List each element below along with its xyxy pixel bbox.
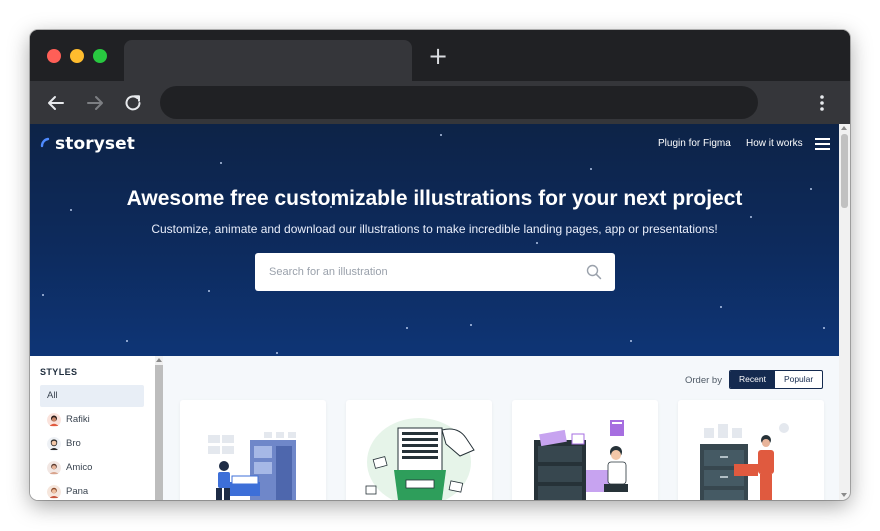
minimize-window-button[interactable] <box>70 49 84 63</box>
style-item-rafiki[interactable]: Rafiki <box>40 409 144 431</box>
vertical-dots-icon[interactable] <box>812 92 832 114</box>
address-bar[interactable] <box>160 86 758 119</box>
search-box <box>255 253 615 291</box>
title-bar: + <box>30 30 850 81</box>
hero-subtitle: Customize, animate and download our illu… <box>151 222 718 236</box>
reload-icon[interactable] <box>122 92 144 114</box>
search-icon[interactable] <box>586 264 602 280</box>
order-by-toggle: Recent Popular <box>729 370 824 389</box>
plus-icon[interactable]: + <box>428 44 448 68</box>
green-folder-illustration <box>365 418 475 500</box>
order-popular-button[interactable]: Popular <box>775 371 822 388</box>
back-arrow-icon[interactable] <box>45 92 67 114</box>
style-item-amico[interactable]: Amico <box>40 457 144 479</box>
amico-avatar-icon <box>47 461 61 475</box>
style-item-label: Amico <box>66 462 93 473</box>
browser-tab[interactable] <box>124 40 412 81</box>
page-viewport: storyset Plugin for Figma How it works A… <box>30 124 850 500</box>
styles-sidebar: STYLES All Rafiki Bro Amico Pana <box>30 356 155 500</box>
illustration-card[interactable] <box>512 400 658 500</box>
nav-plugin-for-figma[interactable]: Plugin for Figma <box>658 138 731 149</box>
order-by-label: Order by <box>685 375 722 386</box>
hero-section: storyset Plugin for Figma How it works A… <box>30 124 839 356</box>
style-item-label: Bro <box>66 438 81 449</box>
logo-mark-icon <box>40 137 50 148</box>
sidebar-scrollbar[interactable] <box>155 356 163 500</box>
page-scrollbar-thumb[interactable] <box>841 134 848 208</box>
bro-avatar-icon <box>47 437 61 451</box>
search-input[interactable] <box>269 253 569 291</box>
browser-window: + storyset Plugin for Figma How it works… <box>30 30 850 500</box>
illustration-card[interactable] <box>346 400 492 500</box>
style-item-label: Pana <box>66 486 89 497</box>
maximize-window-button[interactable] <box>93 49 107 63</box>
grey-cabinet-illustration <box>700 423 789 500</box>
filing-cabinet-illustration <box>208 432 296 500</box>
pana-avatar-icon <box>47 485 61 499</box>
style-item-label: Rafiki <box>66 414 90 425</box>
sidebar-scrollbar-thumb[interactable] <box>155 365 163 500</box>
illustration-card[interactable] <box>180 400 326 500</box>
purple-cabinet-illustration <box>534 420 628 500</box>
hero-title: Awesome free customizable illustrations … <box>126 187 743 210</box>
style-item-label: All <box>47 390 58 401</box>
nav-how-it-works[interactable]: How it works <box>746 138 803 149</box>
scroll-up-arrow-icon[interactable] <box>841 126 847 130</box>
close-window-button[interactable] <box>47 49 61 63</box>
scroll-down-arrow-icon[interactable] <box>841 493 847 497</box>
order-recent-button[interactable]: Recent <box>730 371 775 388</box>
browser-toolbar <box>30 81 850 124</box>
style-item-bro[interactable]: Bro <box>40 433 144 455</box>
logo-text: storyset <box>55 134 135 154</box>
scroll-up-arrow-icon[interactable] <box>156 358 162 362</box>
forward-arrow-icon[interactable] <box>84 92 106 114</box>
rafiki-avatar-icon <box>47 413 61 427</box>
sidebar-title: STYLES <box>40 367 78 377</box>
style-item-pana[interactable]: Pana <box>40 481 144 500</box>
page-scrollbar[interactable] <box>839 124 850 500</box>
content-area: STYLES All Rafiki Bro Amico Pana Order b… <box>30 356 839 500</box>
illustration-card[interactable] <box>678 400 824 500</box>
hamburger-menu-icon[interactable] <box>815 138 830 150</box>
style-item-all[interactable]: All <box>40 385 144 407</box>
